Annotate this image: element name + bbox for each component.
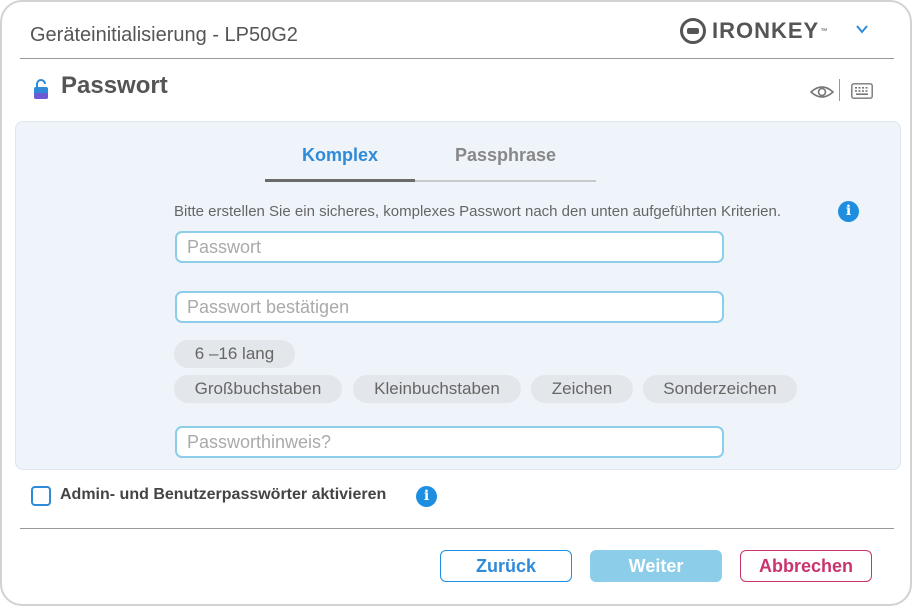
admin-user-passwords-label: Admin- und Benutzerpasswörter aktivieren: [60, 486, 387, 503]
criteria-lowercase-badge: Kleinbuchstaben: [353, 375, 521, 403]
ironkey-logo-text: IRONKEY: [712, 18, 820, 43]
keyboard-icon[interactable]: [851, 83, 873, 99]
tab-complex[interactable]: Komplex: [265, 145, 415, 166]
tab-passphrase[interactable]: Passphrase: [415, 145, 596, 166]
footer-divider: [20, 528, 894, 529]
password-input[interactable]: [175, 231, 724, 263]
header-divider: [20, 58, 894, 59]
cancel-button[interactable]: Abbrechen: [740, 550, 872, 582]
next-button[interactable]: Weiter: [590, 550, 722, 582]
criteria-uppercase-badge: Großbuchstaben: [174, 375, 342, 403]
chevron-down-icon[interactable]: [853, 20, 871, 38]
eye-icon[interactable]: [810, 82, 834, 102]
window-title: Geräteinitialisierung - LP50G2: [30, 24, 298, 46]
back-button[interactable]: Zurück: [440, 550, 572, 582]
password-hint-input[interactable]: [175, 426, 724, 458]
criteria-digits-badge: Zeichen: [531, 375, 633, 403]
confirm-password-input[interactable]: [175, 291, 724, 323]
ironkey-logo: IRONKEY ™: [680, 16, 827, 46]
criteria-special-badge: Sonderzeichen: [643, 375, 797, 403]
lock-icon: [34, 79, 48, 99]
tab-underline: [415, 180, 596, 182]
trademark-symbol: ™: [820, 27, 828, 35]
password-instructions: Bitte erstellen Sie ein sicheres, komple…: [174, 203, 782, 220]
tab-active-indicator: [265, 179, 415, 182]
section-title: Passwort: [61, 72, 168, 99]
admin-user-passwords-checkbox[interactable]: [31, 486, 51, 506]
ironkey-mark-icon: [680, 18, 706, 44]
toolbar-divider: [839, 79, 840, 101]
info-icon[interactable]: i: [838, 201, 859, 222]
info-icon[interactable]: i: [416, 486, 437, 507]
criteria-length-badge: 6 –16 lang: [174, 340, 295, 368]
